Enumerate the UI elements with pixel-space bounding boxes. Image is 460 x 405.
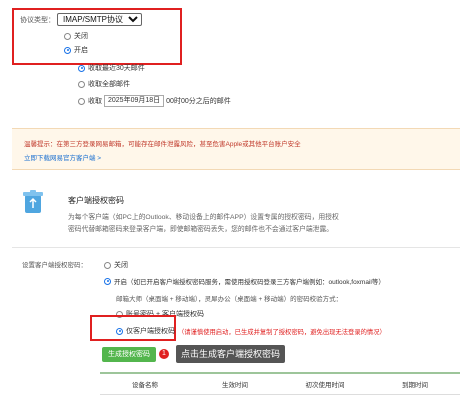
radio-selected-icon[interactable] bbox=[64, 46, 71, 54]
settings-sub-text: 邮箱大师（桌面端 + 移动端），灵犀办公（桌面端 + 移动端）的密码校验方式： bbox=[116, 296, 343, 303]
settings-warning: （请谨慎使用启动，已生成并复制了授权密码，避免出现无法登录的情况） bbox=[178, 328, 386, 336]
radio-selected-icon[interactable] bbox=[78, 64, 85, 72]
radio-icon[interactable] bbox=[104, 261, 111, 269]
radio-icon[interactable] bbox=[78, 80, 85, 88]
receive-since-prefix: 收取 bbox=[88, 98, 102, 105]
notice-text: 温馨提示：在第三方登录网易邮箱，可能存在邮件泄露风险，甚至危害Apple或其他平… bbox=[24, 141, 301, 148]
protocol-row: 协议类型： IMAP/SMTP协议 bbox=[20, 13, 142, 26]
settings-on-label: 开启（如已开启客户端授权密码服务，需使用授权码登录三方客户端例如：outlook… bbox=[114, 279, 385, 286]
column-expiry-time: 到期时间 bbox=[402, 382, 428, 389]
radio-icon[interactable] bbox=[64, 32, 71, 40]
protocol-off-label: 关闭 bbox=[74, 33, 88, 40]
column-device-name: 设备名称 bbox=[132, 382, 158, 389]
client-auth-title: 客户端授权密码 bbox=[68, 196, 124, 205]
settings-only-option[interactable]: 仅客户端授权码 （请谨慎使用启动，已生成并复制了授权密码，避免出现无法登录的情况… bbox=[116, 326, 386, 336]
receive-all-label: 收取全部邮件 bbox=[88, 81, 130, 88]
settings-off-label: 关闭 bbox=[114, 262, 128, 269]
column-first-use-time: 初次使用时间 bbox=[305, 382, 345, 389]
receive-date-input[interactable]: 2025年09月18日 bbox=[104, 95, 165, 107]
protocol-off-option[interactable]: 关闭 bbox=[64, 31, 88, 41]
security-notice: 温馨提示：在第三方登录网易邮箱，可能存在邮件泄露风险，甚至危害Apple或其他平… bbox=[12, 128, 460, 170]
receive-since-option[interactable]: 收取 2025年09月18日 00时00分之后的邮件 bbox=[78, 95, 231, 107]
generate-tooltip: 点击生成客户端授权密码 bbox=[176, 345, 286, 363]
client-auth-desc-2: 密码代替邮箱密码来登录客户端，即使邮箱密码丢失，您的邮件也不会通过客户端泄露。 bbox=[68, 226, 334, 233]
receive-recent-option[interactable]: 收取最近30天邮件 bbox=[78, 63, 145, 73]
download-client-link[interactable]: 立即下载网易官方客户端 > bbox=[24, 152, 101, 162]
receive-since-suffix: 00时00分之后的邮件 bbox=[166, 98, 231, 105]
protocol-select[interactable]: IMAP/SMTP协议 bbox=[57, 13, 142, 26]
step-badge: 1 bbox=[159, 349, 169, 359]
generate-password-button[interactable]: 生成授权密码 bbox=[102, 347, 156, 362]
client-auth-desc-1: 为每个客户端（如PC上的Outlook、移动设备上的邮件APP）设置专属的授权密… bbox=[68, 214, 339, 221]
radio-selected-icon[interactable] bbox=[104, 277, 111, 285]
column-effective-time: 生效时间 bbox=[222, 382, 248, 389]
section-divider bbox=[12, 247, 460, 248]
radio-selected-icon[interactable] bbox=[116, 327, 123, 335]
settings-only-label: 仅客户端授权码 bbox=[126, 328, 175, 335]
recycle-bin-icon bbox=[22, 190, 44, 214]
receive-recent-label: 收取最近30天邮件 bbox=[88, 65, 145, 72]
settings-off-option[interactable]: 关闭 bbox=[104, 260, 128, 270]
protocol-on-label: 开启 bbox=[74, 47, 88, 54]
settings-label: 设置客户端授权密码： bbox=[22, 262, 87, 269]
settings-on-option[interactable]: 开启（如已开启客户端授权密码服务，需使用授权码登录三方客户端例如：outlook… bbox=[104, 276, 385, 286]
protocol-label: 协议类型： bbox=[20, 16, 55, 24]
protocol-on-option[interactable]: 开启 bbox=[64, 45, 88, 55]
device-table-header: 设备名称 生效时间 初次使用时间 到期时间 bbox=[100, 372, 460, 395]
receive-all-option[interactable]: 收取全部邮件 bbox=[78, 79, 130, 89]
radio-icon[interactable] bbox=[78, 97, 85, 105]
